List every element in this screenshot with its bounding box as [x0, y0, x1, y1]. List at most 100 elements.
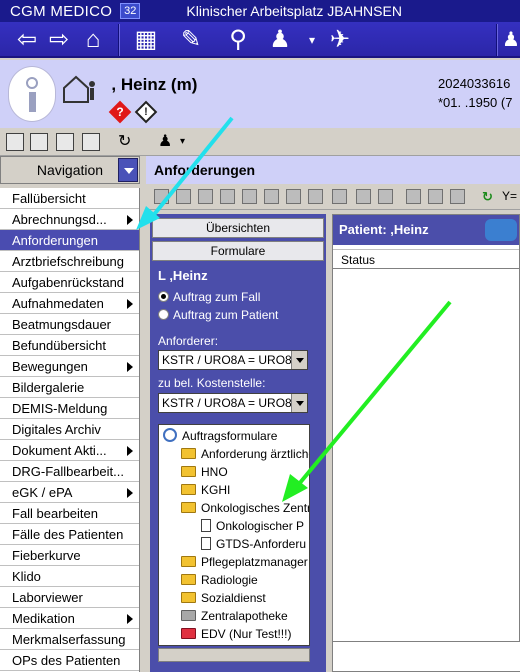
nav-item[interactable]: Befundübersicht — [0, 335, 139, 356]
building-icon[interactable]: ▦ — [132, 25, 160, 55]
avatar-body-shape — [29, 92, 36, 112]
nav-item-label: Fallübersicht — [12, 191, 86, 206]
nav-item[interactable]: Anforderungen — [0, 230, 139, 251]
nav-item[interactable]: Arztbriefschreibung — [0, 251, 139, 272]
back-arrow-icon[interactable]: ⇦ — [14, 25, 40, 55]
nav-item[interactable]: Beatmungsdauer — [0, 314, 139, 335]
tree-folder[interactable]: Zentralapotheke — [181, 607, 288, 625]
new-icon[interactable] — [154, 189, 169, 204]
nav-item[interactable]: Medikation — [0, 608, 139, 629]
chevron-right-icon — [127, 215, 133, 225]
copy-window-icon[interactable] — [56, 133, 74, 151]
home-icon[interactable]: ⌂ — [80, 25, 106, 55]
navigation-list: Fallübersicht Abrechnungsd... Anforderunge… — [0, 188, 140, 672]
content-toolbar: ↻ Y= — [146, 184, 520, 210]
nav-item-label: Medikation — [12, 611, 75, 626]
horizontal-scrollbar[interactable] — [158, 648, 310, 662]
nav-item[interactable]: Bewegungen — [0, 356, 139, 377]
user-icon[interactable]: ♟ — [502, 25, 520, 55]
tree-folder[interactable]: Onkologisches Zentru — [181, 499, 309, 517]
edit-icon[interactable] — [176, 189, 191, 204]
radio-selected-dot[interactable] — [158, 291, 169, 302]
check-icon[interactable] — [242, 189, 257, 204]
window-icon[interactable] — [30, 133, 48, 151]
radio-order-patient[interactable]: Auftrag zum Patient — [158, 308, 278, 322]
tree-folder[interactable]: Anforderung ärztliche — [181, 445, 309, 463]
nav-item[interactable]: eGK / ePA — [0, 482, 139, 503]
nav-item[interactable]: Bildergalerie — [0, 377, 139, 398]
copy-icon[interactable] — [264, 189, 279, 204]
nav-item-label: eGK / ePA — [12, 485, 73, 500]
document-icon[interactable]: ✎ — [168, 25, 214, 55]
preview-icon[interactable] — [406, 189, 421, 204]
search-icon[interactable]: ⚲ — [220, 25, 256, 55]
nav-item[interactable]: Fall bearbeiten — [0, 503, 139, 524]
tree-document[interactable]: Onkologischer P — [201, 517, 304, 535]
tree-root[interactable]: Auftragsformulare — [163, 427, 277, 445]
status-column-header[interactable]: Status — [333, 249, 519, 269]
patient-door-icon[interactable]: ♟ — [264, 25, 296, 55]
tree-folder[interactable]: Sozialdienst — [181, 589, 266, 607]
tree-document[interactable]: GTDS-Anforderu — [201, 535, 306, 553]
filter-icon[interactable]: Y= — [502, 189, 517, 204]
folder-icon — [181, 556, 196, 567]
layout-icon[interactable] — [6, 133, 24, 151]
refresh-icon[interactable]: ↻ — [482, 189, 497, 204]
requester-select[interactable]: KSTR / URO8A = URO8A — [158, 350, 308, 370]
nav-item[interactable]: Digitales Archiv — [0, 419, 139, 440]
fax-icon[interactable] — [450, 189, 465, 204]
nav-item[interactable]: Aufgabenrückstand — [0, 272, 139, 293]
radio-unselected-dot[interactable] — [158, 309, 169, 320]
nav-item[interactable]: Dokument Akti... — [0, 440, 139, 461]
tree-folder[interactable]: Radiologie — [181, 571, 258, 589]
nav-item-label: Fälle des Patienten — [12, 527, 124, 542]
nav-item[interactable]: Merkmalserfassung — [0, 629, 139, 650]
question-warning-icon[interactable]: ? — [108, 100, 132, 124]
chevron-down-icon[interactable]: ▾ — [180, 133, 198, 151]
printer-icon[interactable] — [428, 189, 443, 204]
chevron-down-icon[interactable] — [291, 351, 307, 369]
nav-item[interactable]: Fälle des Patienten — [0, 524, 139, 545]
refresh-icon[interactable]: ↻ — [118, 133, 136, 151]
forms-button[interactable]: Formulare — [152, 241, 324, 261]
tree-folder[interactable]: HNO — [181, 463, 228, 481]
document-icon — [201, 519, 211, 532]
nav-item[interactable]: Laborviewer — [0, 587, 139, 608]
nav-item-label: Fieberkurve — [12, 548, 81, 563]
form-pane: Übersichten Formulare L ,Heinz Auftrag z… — [150, 214, 326, 672]
tree-root-label: Auftragsformulare — [182, 429, 278, 443]
overviews-button[interactable]: Übersichten — [152, 218, 324, 238]
nav-item[interactable]: Abrechnungsd... — [0, 209, 139, 230]
house-person-icon[interactable] — [62, 74, 98, 104]
person-action-icon[interactable]: ♟ — [158, 133, 176, 151]
ambulance-icon[interactable]: ✈ — [320, 25, 360, 55]
cancel-icon[interactable] — [198, 189, 213, 204]
tree-node-label: Pflegeplatzmanager — [201, 555, 308, 569]
tree-folder[interactable]: Pflegeplatzmanager — [181, 553, 308, 571]
nav-item[interactable]: OPs des Patienten — [0, 650, 139, 671]
chevron-down-icon[interactable]: ▾ — [306, 25, 318, 55]
navigation-dropdown-button[interactable] — [118, 158, 138, 182]
print-icon[interactable] — [220, 189, 235, 204]
nav-item[interactable]: Aufnahmedaten — [0, 293, 139, 314]
forward-arrow-icon[interactable]: ⇨ — [46, 25, 72, 55]
delete-icon[interactable] — [286, 189, 301, 204]
nav-item[interactable]: DEMIS-Meldung — [0, 398, 139, 419]
panel-icon[interactable] — [378, 189, 393, 204]
table-icon[interactable] — [356, 189, 371, 204]
tree-folder[interactable]: EDV (Nur Test!!!) — [181, 625, 291, 643]
nav-item[interactable]: Fieberkurve — [0, 545, 139, 566]
settings-icon[interactable] — [332, 189, 347, 204]
exclamation-warning-icon[interactable]: ! — [134, 100, 158, 124]
tree-folder[interactable]: KGHI — [181, 481, 230, 499]
main-toolbar: ⇦ ⇨ ⌂ ▦ ✎ ⚲ ♟ ▾ ✈ ♟ — [0, 22, 520, 58]
list-icon[interactable] — [308, 189, 323, 204]
nav-item[interactable]: DRG-Fallbearbeit... — [0, 461, 139, 482]
fit-icon[interactable] — [82, 133, 100, 151]
cost-center-select[interactable]: KSTR / URO8A = URO8A — [158, 393, 308, 413]
tree-node-label: Sozialdienst — [201, 591, 266, 605]
radio-order-case[interactable]: Auftrag zum Fall — [158, 290, 260, 304]
chevron-down-icon[interactable] — [291, 394, 307, 412]
nav-item[interactable]: Klido — [0, 566, 139, 587]
nav-item[interactable]: Fallübersicht — [0, 188, 139, 209]
